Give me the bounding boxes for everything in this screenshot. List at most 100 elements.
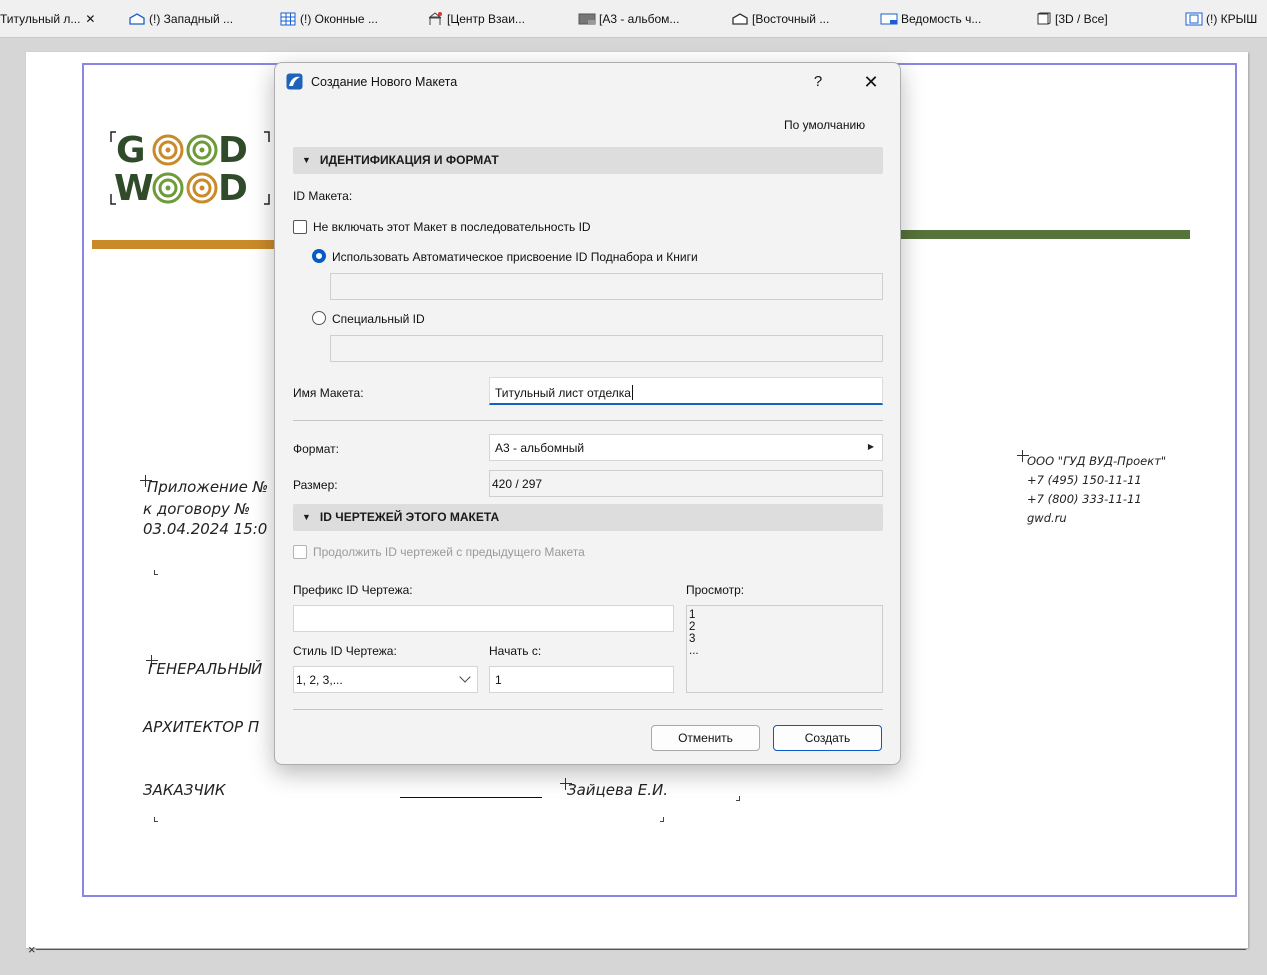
- continue-ids-checkbox[interactable]: [293, 545, 307, 559]
- auto-id-field: [330, 273, 883, 300]
- customer-label: ЗАКАЗЧИК: [143, 781, 226, 799]
- signature-line: [400, 797, 542, 798]
- section-title: ИДЕНТИФИКАЦИЯ И ФОРМАТ: [319, 153, 499, 167]
- section-drawing-ids[interactable]: ▼ ID ЧЕРТЕЖЕЙ ЭТОГО МАКЕТА: [293, 504, 883, 531]
- tab-label: [А3 - альбом...: [599, 12, 680, 26]
- appendix-line-3: 03.04.2024 15:0: [143, 520, 268, 538]
- start-from-input[interactable]: 1: [489, 666, 674, 693]
- custom-id-field: [330, 335, 883, 362]
- drawing-style-select[interactable]: 1, 2, 3,...: [293, 666, 478, 693]
- text-block-corner: [736, 796, 740, 801]
- svg-text:D: D: [218, 168, 248, 208]
- company-phone-2: +7 (800) 333-11-11: [1027, 492, 1142, 506]
- preset-label[interactable]: По умолчанию: [784, 118, 865, 132]
- company-contacts: ООО "ГУД ВУД-Проект" +7 (495) 150-11-11 …: [1027, 452, 1166, 528]
- drawing-style-value: 1, 2, 3,...: [296, 673, 343, 687]
- company-phone-1: +7 (495) 150-11-11: [1027, 473, 1142, 487]
- good-wood-logo: G D W D: [110, 130, 270, 208]
- dialog-title-bar[interactable]: Создание Нового Макета ? ✕: [275, 63, 900, 101]
- layout-name-input[interactable]: Титульный лист отделка: [489, 377, 883, 405]
- preview-line: 1: [689, 609, 696, 621]
- exclude-from-sequence-checkbox[interactable]: [293, 220, 307, 234]
- preview-label: Просмотр:: [686, 583, 745, 597]
- elevation-icon: [129, 13, 145, 25]
- tab-interaction-center[interactable]: [Центр Взаи...: [426, 8, 566, 30]
- tab-3d-all[interactable]: [3D / Все]: [1034, 8, 1154, 30]
- format-value: А3 - альбомный: [495, 441, 585, 455]
- custom-id-radio[interactable]: [312, 311, 326, 325]
- tab-roofs[interactable]: (!) КРЫШ: [1185, 8, 1267, 30]
- text-block-corner: [154, 570, 158, 575]
- create-button[interactable]: Создать: [773, 725, 882, 751]
- text-block-corner: [660, 817, 664, 822]
- help-button[interactable]: ?: [805, 69, 831, 95]
- architect-line: АРХИТЕКТОР П: [143, 718, 260, 736]
- tab-label: (!) КРЫШ: [1206, 12, 1258, 26]
- dialog-title: Создание Нового Макета: [311, 75, 458, 89]
- layout-sheet-icon: [578, 13, 596, 25]
- preview-line: 3: [689, 633, 696, 645]
- size-value: 420 / 297: [492, 477, 543, 491]
- drawing-prefix-input[interactable]: [293, 605, 674, 632]
- section-identification-format[interactable]: ▼ ИДЕНТИФИКАЦИЯ И ФОРМАТ: [293, 147, 883, 174]
- tab-window-schedule[interactable]: (!) Оконные ...: [279, 8, 404, 30]
- close-tab-icon[interactable]: ✕: [85, 12, 95, 26]
- start-from-value: 1: [495, 673, 502, 687]
- tab-label: (!) Оконные ...: [300, 12, 378, 26]
- tab-a3-layout[interactable]: [А3 - альбом...: [578, 8, 716, 30]
- chevron-down-icon: [459, 671, 471, 683]
- layout-name-label: Имя Макета:: [293, 386, 364, 400]
- layout-id-label: ID Макета:: [293, 189, 353, 203]
- tab-east-elevation[interactable]: [Восточный ...: [731, 8, 871, 30]
- document-tab-bar: Титульный л... ✕ (!) Западный ... (!) Ок…: [0, 0, 1267, 38]
- appendix-line-1: Приложение №: [147, 478, 269, 496]
- collapse-triangle-icon: ▼: [302, 155, 311, 165]
- svg-text:D: D: [218, 130, 248, 171]
- continue-ids-label[interactable]: Продолжить ID чертежей с предыдущего Мак…: [313, 545, 585, 559]
- collapse-triangle-icon: ▼: [302, 512, 311, 522]
- tab-west-elevation[interactable]: (!) Западный ...: [128, 8, 263, 30]
- format-label: Формат:: [293, 442, 339, 456]
- tab-label: [3D / Все]: [1055, 12, 1108, 26]
- tab-label: (!) Западный ...: [149, 12, 234, 26]
- start-from-label: Начать с:: [489, 644, 542, 658]
- schedule-sheet-icon: [880, 13, 898, 25]
- preview-box: 1 2 3 ...: [686, 605, 883, 693]
- customer-name: Зайцева Е.И.: [567, 781, 669, 799]
- svg-text:G: G: [116, 130, 146, 171]
- dialog-divider: [293, 420, 883, 421]
- tab-label: Ведомость ч...: [901, 12, 982, 26]
- origin-marker-icon: ×: [28, 942, 36, 957]
- general-contractor-line: ГЕНЕРАЛЬНЫЙ: [148, 660, 263, 678]
- appendix-line-2: к договору №: [143, 500, 251, 518]
- exclude-from-sequence-label[interactable]: Не включать этот Макет в последовательно…: [313, 220, 591, 234]
- header-green-bar: [900, 230, 1190, 239]
- new-layout-dialog: Создание Нового Макета ? ✕ По умолчанию …: [274, 62, 901, 765]
- company-website: gwd.ru: [1027, 511, 1067, 525]
- format-select[interactable]: А3 - альбомный ▶: [489, 434, 883, 461]
- text-cursor: [631, 385, 633, 400]
- auto-id-radio-label[interactable]: Использовать Автоматическое присвоение I…: [332, 250, 698, 264]
- drawing-style-label: Стиль ID Чертежа:: [293, 644, 397, 658]
- 3d-window-icon: [1037, 12, 1051, 25]
- cancel-button[interactable]: Отменить: [651, 725, 760, 751]
- close-button[interactable]: ✕: [858, 69, 884, 95]
- tab-title-sheet[interactable]: Титульный л... ✕: [0, 8, 122, 30]
- layout-name-value: Титульный лист отделка: [495, 386, 631, 400]
- custom-id-radio-label[interactable]: Специальный ID: [332, 312, 425, 326]
- tower-icon: [428, 12, 442, 25]
- size-label: Размер:: [293, 478, 338, 492]
- schedule-grid-icon: [280, 12, 296, 26]
- logo-orange-bar: [92, 240, 277, 249]
- section-title: ID ЧЕРТЕЖЕЙ ЭТОГО МАКЕТА: [319, 510, 500, 524]
- submenu-arrow-icon: ▶: [867, 442, 874, 451]
- text-block-corner: [154, 817, 158, 822]
- drawing-prefix-label: Префикс ID Чертежа:: [293, 583, 413, 597]
- preview-line: 2: [689, 621, 696, 633]
- sheet-edge-line: [36, 949, 1246, 950]
- svg-text:W: W: [114, 168, 154, 208]
- tab-finishing-schedule[interactable]: Ведомость ч...: [880, 8, 1015, 30]
- tab-label: Титульный л...: [0, 12, 81, 26]
- dialog-divider: [293, 709, 883, 710]
- auto-id-radio[interactable]: [312, 249, 326, 263]
